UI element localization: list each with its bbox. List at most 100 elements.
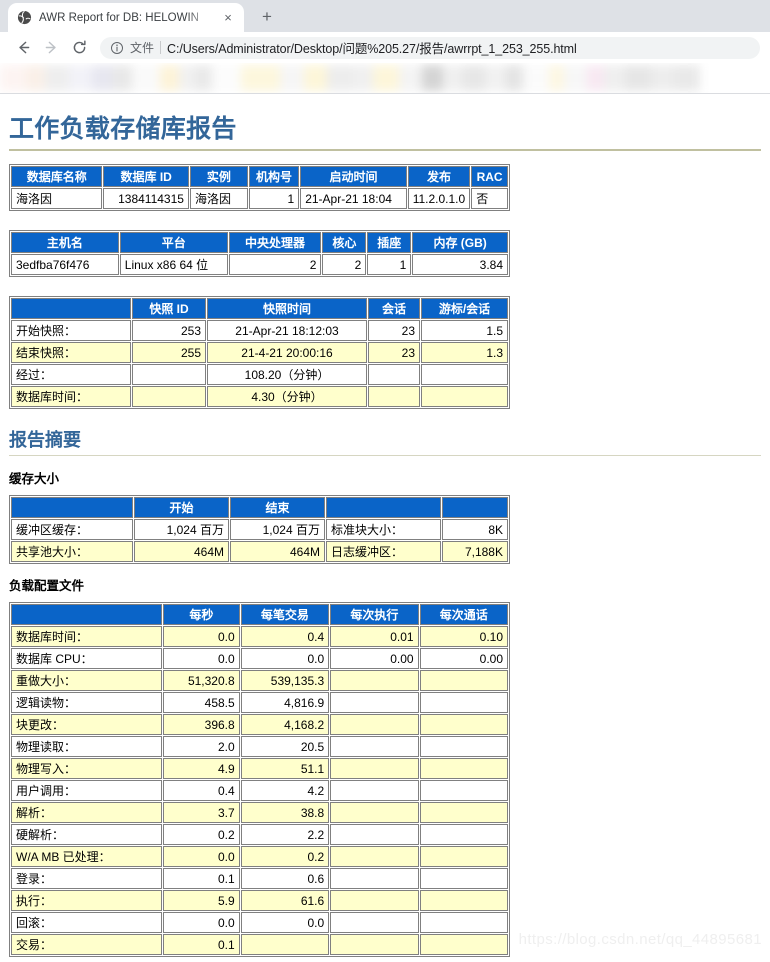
table-row: 共享池大小： 464M 464M 日志缓冲区： 7,188K <box>11 541 508 562</box>
cell-value-2: 8K <box>442 519 508 540</box>
cell-per-call: 0.10 <box>419 626 508 647</box>
cell-per-call <box>419 758 508 779</box>
table-row: 经过： 108.20（分钟） <box>11 364 508 385</box>
row-label: 缓冲区缓存： <box>11 519 133 540</box>
row-label: 结束快照： <box>11 342 131 363</box>
table-row: 数据库时间： 0.0 0.4 0.01 0.10 <box>11 626 508 647</box>
table-row: 3edfba76f476 Linux x86 64 位 2 2 1 3.84 <box>11 254 508 275</box>
browser-chrome: AWR Report for DB: HELOWIN × + 文件 C:/Use… <box>0 0 770 94</box>
col-cache-blank-3 <box>442 497 508 518</box>
cell-sessions <box>368 364 420 385</box>
cell-per-exec <box>330 846 419 867</box>
table-row: W/A MB 已处理： 0.0 0.2 <box>11 846 508 867</box>
cell-per-second: 0.0 <box>163 626 240 647</box>
table-row: 海洛因 1384114315 海洛因 1 21-Apr-21 18:04 11.… <box>11 188 508 209</box>
cell-per-exec <box>330 824 419 845</box>
row-label-2: 标准块大小： <box>326 519 441 540</box>
table-row: 解析： 3.7 38.8 <box>11 802 508 823</box>
row-label: 回滚： <box>11 912 163 933</box>
cell-per-transaction: 4,168.2 <box>240 714 330 735</box>
close-icon[interactable]: × <box>220 10 236 26</box>
cell-host-name: 3edfba76f476 <box>11 254 119 275</box>
file-scheme-label: 文件 <box>130 41 155 55</box>
cell-per-exec <box>330 868 419 889</box>
cell-snap-id: 255 <box>132 342 206 363</box>
summary-divider <box>9 455 761 456</box>
cell-memory-gb: 3.84 <box>412 254 508 275</box>
col-cache-blank-2 <box>326 497 441 518</box>
cell-per-call <box>419 824 508 845</box>
cell-snap-id <box>132 364 206 385</box>
browser-toolbar: 文件 C:/Users/Administrator/Desktop/问题%205… <box>0 32 770 63</box>
col-snap-id: 快照 ID <box>132 298 206 319</box>
cell-per-call <box>419 670 508 691</box>
cell-per-transaction: 2.2 <box>240 824 330 845</box>
new-tab-button[interactable]: + <box>253 3 281 31</box>
tab-strip: AWR Report for DB: HELOWIN × + <box>0 0 770 32</box>
browser-tab[interactable]: AWR Report for DB: HELOWIN × <box>8 3 244 32</box>
workload-profile-heading: 负载配置文件 <box>9 579 85 593</box>
row-label: 数据库时间： <box>11 626 163 647</box>
table-row: 物理读取： 2.0 20.5 <box>11 736 508 757</box>
tab-title: AWR Report for DB: HELOWIN <box>39 11 199 24</box>
cell-per-transaction: 539,135.3 <box>240 670 330 691</box>
reload-icon[interactable] <box>66 35 92 61</box>
info-circle-icon[interactable] <box>110 41 124 55</box>
address-bar[interactable]: 文件 C:/Users/Administrator/Desktop/问题%205… <box>100 36 760 59</box>
omnibox-divider <box>160 41 162 54</box>
col-cores: 核心 <box>322 232 367 253</box>
globe-icon <box>17 10 32 25</box>
cell-per-exec <box>330 934 419 955</box>
cell-per-exec: 0.01 <box>330 626 419 647</box>
cell-per-second: 4.9 <box>163 758 240 779</box>
cell-per-second: 3.7 <box>163 802 240 823</box>
cell-sockets: 1 <box>367 254 412 275</box>
cell-release: 11.2.0.1.0 <box>407 188 471 209</box>
cell-per-second: 0.0 <box>163 648 240 669</box>
cell-snap-time: 21-4-21 20:00:16 <box>207 342 367 363</box>
cell-per-second: 0.0 <box>163 912 240 933</box>
bookmarks-bar[interactable] <box>0 63 770 94</box>
workload-rows: 数据库时间： 0.0 0.4 0.01 0.10 数据库 CPU： 0.0 0.0 0.00 0.… <box>11 626 508 955</box>
cell-per-transaction: 4,816.9 <box>240 692 330 713</box>
col-inst-num: 机构号 <box>248 166 300 187</box>
back-arrow-icon[interactable] <box>10 35 36 61</box>
cell-begin: 464M <box>134 541 229 562</box>
col-host-name: 主机名 <box>11 232 119 253</box>
cell-elapsed: 108.20（分钟） <box>207 364 367 385</box>
forward-arrow-icon[interactable] <box>38 35 64 61</box>
cell-per-transaction: 4.2 <box>240 780 330 801</box>
row-label: 重做大小： <box>11 670 163 691</box>
cell-cores: 2 <box>322 254 367 275</box>
col-startup-time: 启动时间 <box>300 166 407 187</box>
row-label: 用户调用： <box>11 780 163 801</box>
cell-per-call <box>419 692 508 713</box>
table-row: 结束快照： 255 21-4-21 20:00:16 23 1.3 <box>11 342 508 363</box>
cell-per-exec <box>330 758 419 779</box>
cell-db-time: 4.30（分钟） <box>207 386 367 407</box>
cell-per-second: 51,320.8 <box>163 670 240 691</box>
cell-cursors: 1.5 <box>421 320 508 341</box>
cell-cursors: 1.3 <box>421 342 508 363</box>
page-title: 工作负载存储库报告 <box>9 115 237 143</box>
cell-per-call <box>419 846 508 867</box>
cell-snap-id: 253 <box>132 320 206 341</box>
col-instance: 实例 <box>189 166 248 187</box>
cell-per-transaction <box>240 934 330 955</box>
row-label: 开始快照： <box>11 320 131 341</box>
cell-per-transaction: 0.0 <box>240 648 330 669</box>
title-divider <box>9 149 761 151</box>
cell-per-exec <box>330 912 419 933</box>
cell-snap-id <box>132 386 206 407</box>
col-release: 发布 <box>407 166 471 187</box>
database-info-table: 数据库名称 数据库 ID 实例 机构号 启动时间 发布 RAC 海洛因 1384… <box>9 164 510 211</box>
col-per-second: 每秒 <box>163 604 240 625</box>
table-row: 逻辑读物： 458.5 4,816.9 <box>11 692 508 713</box>
table-row: 重做大小： 51,320.8 539,135.3 <box>11 670 508 691</box>
cell-per-exec <box>330 714 419 735</box>
row-label-2: 日志缓冲区： <box>326 541 441 562</box>
cell-per-call <box>419 934 508 955</box>
cell-inst-num: 1 <box>248 188 300 209</box>
cell-snap-time: 21-Apr-21 18:12:03 <box>207 320 367 341</box>
cell-rac: 否 <box>471 188 508 209</box>
